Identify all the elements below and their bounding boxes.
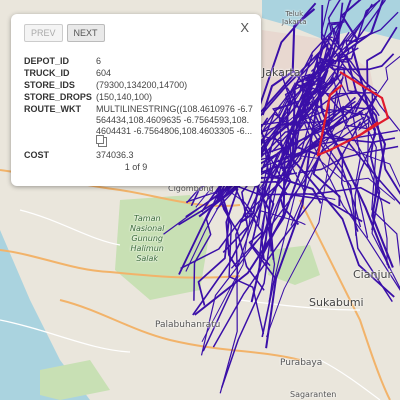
feature-popup: PREV NEXT X DEPOT_ID 6 TRUCK_ID 604 STOR… (11, 14, 261, 186)
attr-store-ids: STORE_IDS (79300,134200,14700) (24, 80, 254, 91)
popup-pager: 1 of 9 (124, 162, 148, 172)
attr-key: COST (24, 150, 50, 160)
attr-value: 604 (96, 68, 112, 78)
attr-key: ROUTE_WKT (24, 104, 81, 114)
attr-store-drops: STORE_DROPS (150,140,100) (24, 92, 254, 103)
label-teluk-jakarta: Teluk Jakarta (282, 10, 307, 26)
attr-value-wrap: MULTILINESTRING((108.4610976 -6.7564434,… (96, 104, 254, 149)
attr-key: TRUCK_ID (24, 68, 70, 78)
label-jakarta: Jakarta (262, 66, 301, 79)
attr-route-wkt: ROUTE_WKT MULTILINESTRING((108.4610976 -… (24, 104, 254, 149)
label-cianjur: Cianjur (353, 268, 392, 281)
label-sagaranten: Sagaranten (290, 390, 337, 399)
label-sukabumi: Sukabumi (309, 296, 364, 309)
attr-key: DEPOT_ID (24, 56, 70, 66)
attr-key: STORE_DROPS (24, 92, 92, 102)
attr-value: (79300,134200,14700) (96, 80, 188, 90)
attr-value: 6 (96, 56, 102, 66)
attr-value: (150,140,100) (96, 92, 153, 102)
attr-value: MULTILINESTRING((108.4610976 -6.7564434,… (96, 104, 253, 136)
popup-nav: PREV NEXT (24, 24, 105, 42)
prev-button[interactable]: PREV (24, 24, 63, 42)
label-palabuhanratu: Palabuhanratu (155, 320, 221, 330)
label-halimun-park: Taman Nasional Gunung Halimun Salak (130, 214, 165, 263)
copy-icon[interactable] (96, 135, 107, 147)
attr-value: 374036.3 (96, 150, 134, 160)
label-purabaya: Purabaya (280, 358, 323, 368)
close-icon[interactable]: X (240, 20, 249, 35)
feature-attributes: DEPOT_ID 6 TRUCK_ID 604 STORE_IDS (79300… (24, 56, 254, 162)
attr-depot-id: DEPOT_ID 6 (24, 56, 254, 67)
attr-truck-id: TRUCK_ID 604 (24, 68, 254, 79)
attr-key: STORE_IDS (24, 80, 75, 90)
next-button[interactable]: NEXT (66, 24, 105, 42)
attr-cost: COST 374036.3 (24, 150, 254, 161)
